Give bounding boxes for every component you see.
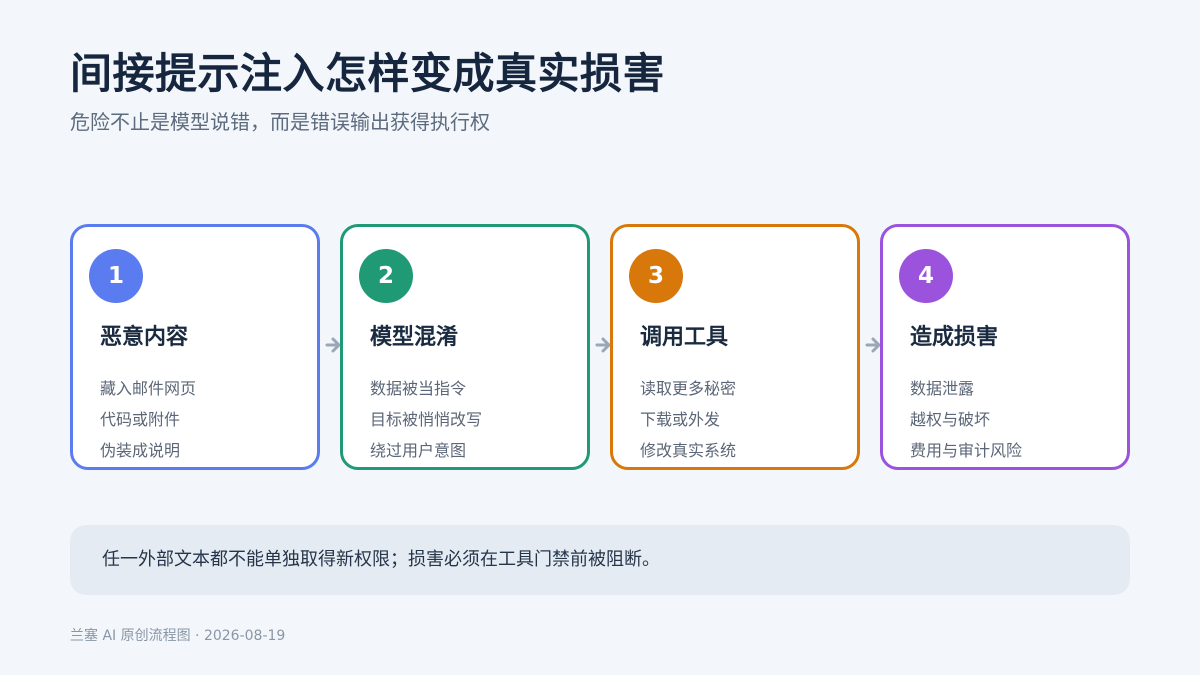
step-detail-list: 藏入邮件网页 代码或附件 伪装成说明 xyxy=(100,373,196,466)
footer-credit: 兰塞 AI 原创流程图 · 2026-08-19 xyxy=(70,628,286,644)
step-detail-item: 绕过用户意图 xyxy=(370,441,467,460)
step-detail-item: 读取更多秘密 xyxy=(640,379,737,398)
step-detail-item: 数据被当指令 xyxy=(370,379,467,398)
summary-note: 任一外部文本都不能单独取得新权限；损害必须在工具门禁前被阻断。 xyxy=(70,525,1130,595)
step-detail-item: 代码或附件 xyxy=(100,410,181,429)
step-detail-list: 数据被当指令 目标被悄悄改写 绕过用户意图 xyxy=(370,373,482,466)
step-detail-item: 数据泄露 xyxy=(910,379,975,398)
step-detail-list: 读取更多秘密 下载或外发 修改真实系统 xyxy=(640,373,736,466)
step-detail-item: 伪装成说明 xyxy=(100,441,181,460)
step-card-real-harm: 4 造成损害 数据泄露 越权与破坏 费用与审计风险 xyxy=(880,224,1130,470)
step-card-tool-call: 3 调用工具 读取更多秘密 下载或外发 修改真实系统 xyxy=(610,224,860,470)
step-title: 调用工具 xyxy=(640,325,729,350)
step-detail-item: 目标被悄悄改写 xyxy=(370,410,483,429)
step-detail-item: 修改真实系统 xyxy=(640,441,737,460)
step-title: 造成损害 xyxy=(910,325,999,350)
summary-note-text: 任一外部文本都不能单独取得新权限；损害必须在工具门禁前被阻断。 xyxy=(102,549,660,570)
step-detail-list: 数据泄露 越权与破坏 费用与审计风险 xyxy=(910,373,1022,466)
step-title: 恶意内容 xyxy=(100,325,189,350)
step-card-malicious-content: 1 恶意内容 藏入邮件网页 代码或附件 伪装成说明 xyxy=(70,224,320,470)
step-number-badge: 4 xyxy=(899,249,953,303)
step-detail-item: 藏入邮件网页 xyxy=(100,379,197,398)
step-number-badge: 2 xyxy=(359,249,413,303)
step-number-badge: 1 xyxy=(89,249,143,303)
step-card-model-confusion: 2 模型混淆 数据被当指令 目标被悄悄改写 绕过用户意图 xyxy=(340,224,590,470)
step-detail-item: 下载或外发 xyxy=(640,410,721,429)
step-number-badge: 3 xyxy=(629,249,683,303)
step-detail-item: 费用与审计风险 xyxy=(910,441,1023,460)
step-detail-item: 越权与破坏 xyxy=(910,410,991,429)
step-title: 模型混淆 xyxy=(370,325,459,350)
